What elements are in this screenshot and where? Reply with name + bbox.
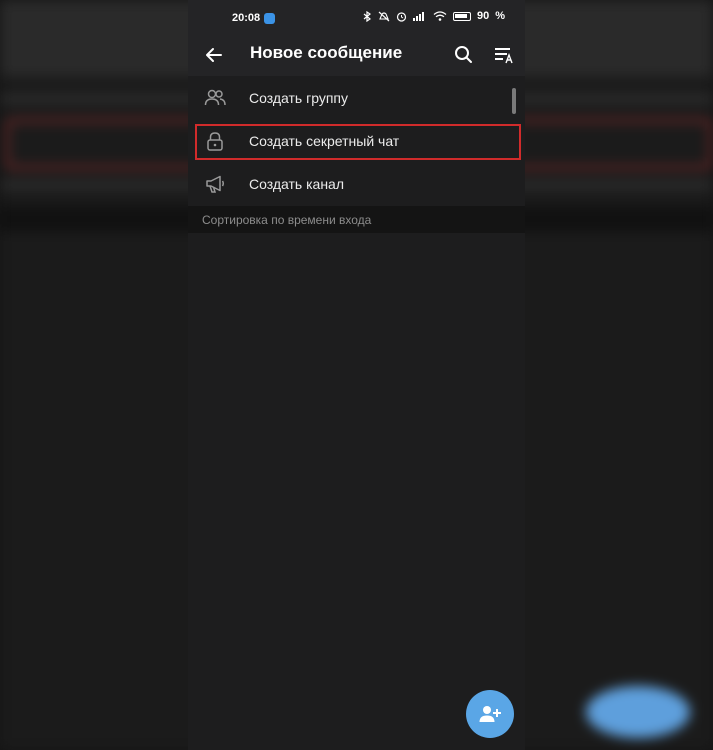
create-group-label: Создать группу: [249, 90, 348, 106]
add-user-icon: [479, 706, 501, 722]
battery-icon: [452, 11, 471, 21]
create-secret-chat-label: Создать секретный чат: [249, 133, 400, 149]
alarm-icon: [396, 11, 407, 22]
phone-screen: 20:08 90% Новое сообщение Создать группу…: [188, 0, 525, 750]
megaphone-icon: [206, 175, 224, 193]
signal-icon: [412, 12, 424, 21]
page-title: Новое сообщение: [250, 43, 403, 62]
mute-icon: [378, 11, 390, 21]
people-icon: [204, 89, 226, 106]
bg-fab-echo: [586, 686, 690, 738]
create-group-item[interactable]: Создать группу: [188, 76, 525, 119]
app-bar: Новое сообщение: [188, 34, 525, 76]
sort-section-label: Сортировка по времени входа: [202, 213, 372, 227]
sort-icon[interactable]: [490, 41, 518, 69]
scrollbar[interactable]: [512, 88, 516, 114]
status-time: 20:08: [232, 12, 261, 24]
battery-level: 90: [476, 10, 490, 22]
lock-icon: [207, 132, 223, 151]
create-menu: Создать группу Создать секретный чат Соз…: [188, 76, 525, 206]
wifi-icon: [433, 11, 447, 21]
bluetooth-icon: [363, 10, 371, 22]
create-secret-chat-item[interactable]: Создать секретный чат: [188, 119, 525, 162]
back-arrow-icon[interactable]: [200, 41, 228, 69]
create-channel-item[interactable]: Создать канал: [188, 162, 525, 205]
add-contact-button[interactable]: [466, 690, 514, 738]
create-channel-label: Создать канал: [249, 176, 344, 192]
battery-percent-sign: %: [495, 10, 505, 22]
status-icons: 90%: [363, 10, 505, 22]
contacts-list: [188, 233, 525, 750]
status-bar: 20:08 90%: [188, 0, 525, 34]
search-icon[interactable]: [450, 41, 478, 69]
sort-section-header: Сортировка по времени входа: [188, 206, 525, 233]
app-notification-icon: [264, 13, 275, 24]
